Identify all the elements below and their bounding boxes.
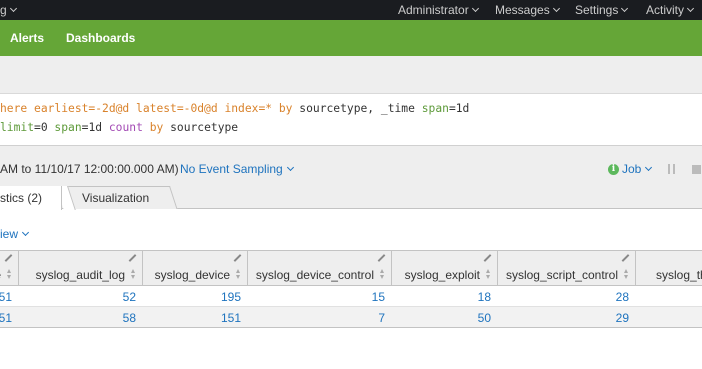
messages-menu[interactable]: Messages <box>495 0 560 20</box>
view-dropdown-label: iew <box>0 227 19 241</box>
table-header: ce syslog_audit_log syslog_device syslog_de… <box>0 250 702 286</box>
table-cell[interactable]: 151 <box>221 311 241 325</box>
chevron-down-icon <box>645 163 653 171</box>
job-label: Job <box>622 162 642 176</box>
chevron-down-icon <box>552 4 560 12</box>
column-header[interactable]: syslog_device_control <box>248 251 392 286</box>
pencil-icon[interactable] <box>4 254 13 262</box>
column-header-label: syslog_th <box>656 268 702 282</box>
query-text: =1d <box>448 102 470 115</box>
sort-icon[interactable] <box>236 269 241 279</box>
query-keyword: span <box>421 102 449 115</box>
column-header[interactable]: syslog_audit_log <box>19 251 143 286</box>
query-text: =0 <box>34 121 55 134</box>
event-sampling-dropdown[interactable]: No Event Sampling <box>180 162 294 176</box>
query-keyword: count <box>108 121 143 134</box>
app-menu[interactable]: g <box>0 3 17 17</box>
table-cell[interactable]: 15 <box>372 290 385 304</box>
tab-visualization-label[interactable]: Visualization <box>82 191 149 205</box>
column-header-label: syslog_device_control <box>255 268 374 282</box>
pencil-icon[interactable] <box>621 254 630 262</box>
column-header[interactable]: syslog_script_control <box>498 251 636 286</box>
table-row: 351 52 195 15 18 28 <box>0 286 702 307</box>
job-menu[interactable]: i Job <box>608 162 653 176</box>
chevron-down-icon <box>621 4 629 12</box>
query-keyword: limit <box>0 121 35 134</box>
column-header-label: syslog_exploit <box>404 268 480 282</box>
sort-icon[interactable] <box>380 269 385 279</box>
settings-menu-label: Settings <box>575 3 619 17</box>
administrator-menu-label: Administrator <box>398 3 469 17</box>
stop-icon[interactable] <box>692 165 701 174</box>
column-header[interactable]: syslog_exploit <box>392 251 498 286</box>
pause-icon[interactable] <box>668 164 676 174</box>
activity-menu[interactable]: Activity <box>646 0 695 20</box>
activity-menu-label: Activity <box>646 3 685 17</box>
search-query-editor[interactable]: here earliest=-2d@d latest=-0d@d index=*… <box>0 94 702 146</box>
table-cell[interactable]: 29 <box>616 311 629 325</box>
column-header-label: syslog_script_control <box>505 268 618 282</box>
column-header-label: syslog_audit_log <box>35 268 125 282</box>
pencil-icon[interactable] <box>128 254 137 262</box>
column-header[interactable]: syslog_th <box>636 251 702 286</box>
app-nav-bar: Alerts Dashboards <box>0 20 702 56</box>
nav-dashboards[interactable]: Dashboards <box>66 31 135 45</box>
table-cell[interactable]: 52 <box>123 290 136 304</box>
event-sampling-label: No Event Sampling <box>180 162 283 176</box>
table-cell[interactable]: 351 <box>0 311 12 325</box>
query-keyword: here <box>0 102 28 115</box>
chevron-down-icon <box>21 228 30 236</box>
search-status-row: AM to 11/10/17 12:00:00.000 AM) No Event… <box>0 146 702 186</box>
view-dropdown[interactable]: iew <box>0 227 30 241</box>
pencil-icon[interactable] <box>483 254 492 262</box>
column-header[interactable]: syslog_device <box>143 251 248 286</box>
table-cell[interactable]: 18 <box>478 290 491 304</box>
table-cell[interactable]: 58 <box>123 311 136 325</box>
column-header-label: syslog_device <box>154 268 230 282</box>
search-header <box>0 56 702 94</box>
tab-statistics-label: stics (2) <box>0 191 42 205</box>
query-text: =1d <box>81 121 109 134</box>
query-text: sourcetype, _time <box>292 102 422 115</box>
info-icon: i <box>608 163 619 175</box>
time-range-text: AM to 11/10/17 12:00:00.000 AM) <box>0 162 179 176</box>
table-cell[interactable]: 7 <box>378 311 385 325</box>
query-keyword: by <box>149 121 164 134</box>
chevron-down-icon <box>9 4 17 12</box>
messages-menu-label: Messages <box>495 3 550 17</box>
chevron-down-icon <box>686 4 695 12</box>
sort-icon[interactable] <box>131 269 136 279</box>
table-cell[interactable]: 50 <box>478 311 491 325</box>
chevron-down-icon <box>286 163 294 171</box>
query-text <box>143 121 150 134</box>
query-keyword: span <box>54 121 82 134</box>
column-header[interactable]: ce <box>0 251 19 286</box>
table-row: 351 58 151 7 50 29 <box>0 307 702 328</box>
sort-icon[interactable] <box>624 269 629 279</box>
query-line-1: here earliest=-2d@d latest=-0d@d index=*… <box>0 102 469 115</box>
query-line-2: limit=0 span=1d count by sourcetype <box>0 121 238 134</box>
table-cell[interactable]: 28 <box>616 290 629 304</box>
query-keyword: by <box>278 102 293 115</box>
query-text: sourcetype <box>163 121 239 134</box>
query-args: earliest=-2d@d latest=-0d@d index=* <box>27 102 279 115</box>
chevron-down-icon <box>471 4 479 12</box>
settings-menu[interactable]: Settings <box>575 0 629 20</box>
pencil-icon[interactable] <box>377 254 386 262</box>
administrator-menu[interactable]: Administrator <box>398 0 479 20</box>
sort-icon[interactable] <box>486 269 491 279</box>
nav-alerts[interactable]: Alerts <box>10 31 44 45</box>
pencil-icon[interactable] <box>233 254 242 262</box>
column-header-label: ce <box>0 268 1 282</box>
top-bar: g Administrator Messages Settings Activi… <box>0 0 702 20</box>
sort-icon[interactable] <box>7 269 12 279</box>
table-cell[interactable]: 195 <box>221 290 241 304</box>
app-menu-label: g <box>0 3 7 17</box>
table-cell[interactable]: 351 <box>0 290 12 304</box>
tab-statistics[interactable]: stics (2) <box>0 186 62 210</box>
